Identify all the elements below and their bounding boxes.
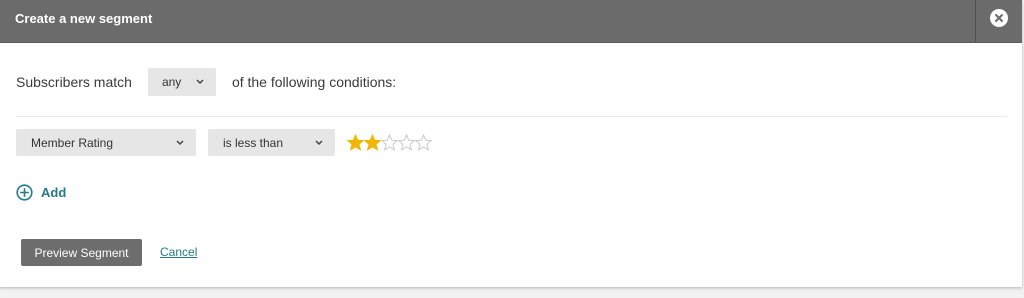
plus-circle-icon (16, 184, 33, 201)
condition-field-select[interactable]: Member Rating (16, 129, 196, 156)
close-button[interactable] (990, 9, 1008, 27)
match-suffix: of the following conditions: (231, 74, 397, 90)
condition-operator-select[interactable]: is less than (208, 129, 335, 156)
add-condition-button[interactable]: Add (16, 184, 66, 201)
header-divider (975, 0, 976, 42)
star-icon[interactable] (347, 134, 364, 151)
match-row: Subscribers match any of the following c… (16, 68, 396, 96)
segment-dialog: Create a new segment Subscribers match a… (0, 0, 1022, 287)
chevron-down-icon (176, 139, 184, 145)
match-type-value: any (161, 75, 182, 89)
preview-segment-button[interactable]: Preview Segment (21, 239, 142, 266)
star-icon[interactable] (398, 134, 415, 151)
star-icon[interactable] (364, 134, 381, 151)
dialog-header: Create a new segment (0, 0, 1022, 43)
match-prefix: Subscribers match (16, 74, 132, 90)
star-icon[interactable] (415, 134, 432, 151)
close-icon (995, 14, 1003, 22)
match-type-select[interactable]: any (147, 68, 216, 96)
rating-stars[interactable] (347, 134, 432, 151)
chevron-down-icon (315, 139, 323, 145)
cancel-link[interactable]: Cancel (160, 245, 197, 259)
condition-operator-value: is less than (223, 135, 284, 150)
condition-row: Member Rating is less than (16, 129, 432, 156)
chevron-down-icon (196, 79, 204, 85)
star-icon[interactable] (381, 134, 398, 151)
condition-field-value: Member Rating (31, 135, 114, 150)
section-divider (16, 116, 1007, 117)
add-label: Add (41, 185, 67, 200)
dialog-title: Create a new segment (15, 11, 153, 26)
